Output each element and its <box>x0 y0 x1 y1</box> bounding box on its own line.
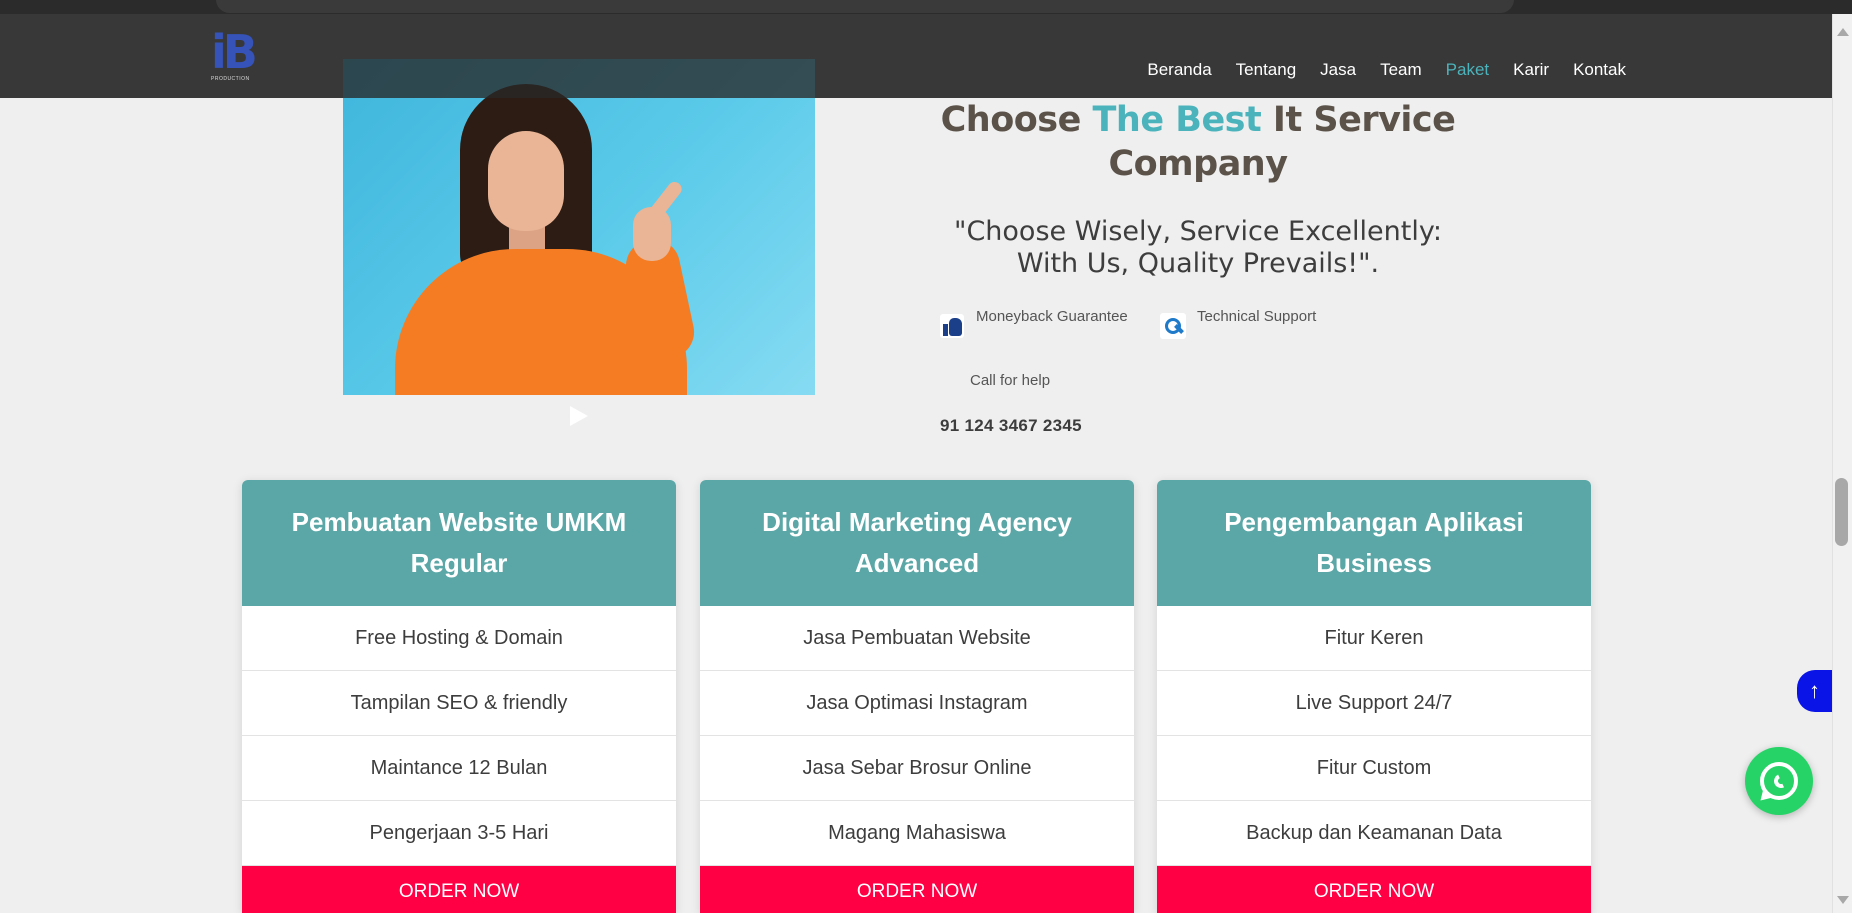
hero-quote-line1: "Choose Wisely, Service Excellently: <box>954 216 1442 247</box>
logo-mark: iB <box>211 25 258 79</box>
nav-link-team[interactable]: Team <box>1380 60 1422 80</box>
site-logo[interactable]: iB PRODUCTION <box>211 25 258 88</box>
hero-title-part1: Choose <box>940 100 1093 140</box>
order-now-button[interactable]: ORDER NOW <box>242 866 676 913</box>
arrow-up-icon: ↑ <box>1809 678 1820 703</box>
image-navbar-overlay <box>343 59 815 98</box>
feature-technical-support: Technical Support <box>1159 308 1316 340</box>
card-feature: Jasa Optimasi Instagram <box>700 671 1134 736</box>
card-feature: Jasa Pembuatan Website <box>700 606 1134 671</box>
call-label: Call for help <box>970 372 1051 389</box>
scrollbar-thumb[interactable] <box>1835 478 1848 546</box>
wrench-icon <box>1159 312 1187 340</box>
play-icon[interactable] <box>570 406 588 426</box>
logo-subtitle: PRODUCTION <box>211 76 250 82</box>
card-feature: Jasa Sebar Brosur Online <box>700 736 1134 801</box>
scroll-down-arrow-icon[interactable] <box>1837 896 1849 904</box>
nav-link-tentang[interactable]: Tentang <box>1236 60 1297 80</box>
whatsapp-icon <box>1760 762 1798 800</box>
hero-quote-line2: With Us, Quality Prevails!". <box>1016 248 1380 279</box>
nav-link-karir[interactable]: Karir <box>1513 60 1549 80</box>
hero-image <box>343 59 815 395</box>
nav-link-beranda[interactable]: Beranda <box>1147 60 1211 80</box>
hero-title-accent: The Best <box>1092 100 1262 140</box>
nav-link-paket[interactable]: Paket <box>1446 60 1489 80</box>
card-feature: Live Support 24/7 <box>1157 671 1591 736</box>
card-title: Pembuatan Website UMKM Regular <box>242 480 676 606</box>
order-now-button[interactable]: ORDER NOW <box>1157 866 1591 913</box>
feature-label: Moneyback Guarantee <box>976 308 1128 325</box>
card-feature: Tampilan SEO & friendly <box>242 671 676 736</box>
card-feature: Maintance 12 Bulan <box>242 736 676 801</box>
hero-title: Choose The Best It Service Company <box>920 98 1476 186</box>
card-feature: Free Hosting & Domain <box>242 606 676 671</box>
card-title: Pengembangan Aplikasi Business <box>1157 480 1591 606</box>
whatsapp-button[interactable] <box>1745 747 1813 815</box>
call-number[interactable]: 91 124 3467 2345 <box>940 416 1082 436</box>
order-now-button[interactable]: ORDER NOW <box>700 866 1134 913</box>
nav-link-kontak[interactable]: Kontak <box>1573 60 1626 80</box>
card-feature: Fitur Custom <box>1157 736 1591 801</box>
feature-moneyback: Moneyback Guarantee <box>938 308 1128 340</box>
card-title: Digital Marketing Agency Advanced <box>700 480 1134 606</box>
back-to-top-button[interactable]: ↑ <box>1797 670 1832 712</box>
person-face <box>488 131 564 231</box>
nav-link-jasa[interactable]: Jasa <box>1320 60 1356 80</box>
page-scrollbar[interactable] <box>1832 14 1852 913</box>
thumbs-up-icon <box>938 312 966 340</box>
pricing-card: Digital Marketing Agency Advanced Jasa P… <box>700 480 1134 913</box>
scroll-up-arrow-icon[interactable] <box>1837 28 1849 36</box>
pricing-card: Pembuatan Website UMKM Regular Free Host… <box>242 480 676 913</box>
card-feature: Pengerjaan 3-5 Hari <box>242 801 676 866</box>
navbar: iB PRODUCTION Beranda Tentang Jasa Team … <box>0 14 1832 98</box>
hero-quote: "Choose Wisely, Service Excellently: Wit… <box>920 216 1476 280</box>
card-feature: Backup dan Keamanan Data <box>1157 801 1591 866</box>
feature-label: Technical Support <box>1197 308 1317 325</box>
address-bar[interactable] <box>216 0 1514 13</box>
pricing-card: Pengembangan Aplikasi Business Fitur Ker… <box>1157 480 1591 913</box>
browser-chrome <box>0 0 1852 14</box>
card-feature: Magang Mahasiswa <box>700 801 1134 866</box>
card-feature: Fitur Keren <box>1157 606 1591 671</box>
